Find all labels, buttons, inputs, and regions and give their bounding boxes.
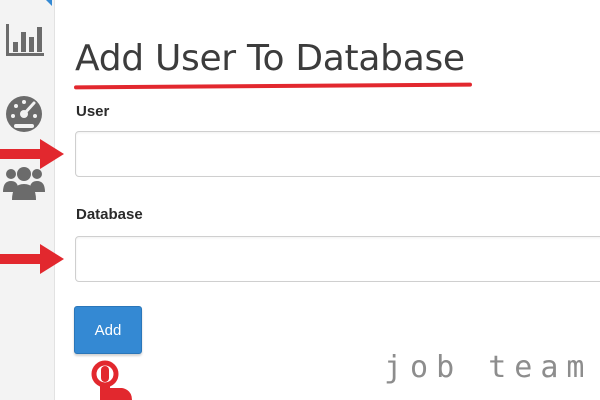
bar-chart-icon[interactable] — [2, 18, 46, 62]
sidebar — [0, 0, 55, 400]
title-underline — [73, 82, 473, 90]
arrow-pointer-icon — [0, 244, 64, 274]
arrow-pointer-icon — [0, 139, 64, 169]
page-title: Add User To Database — [75, 38, 465, 79]
user-input[interactable] — [75, 131, 600, 177]
watermark-text: job team — [384, 350, 593, 385]
database-input[interactable] — [75, 236, 600, 282]
gauge-icon[interactable] — [2, 90, 46, 134]
database-label: Database — [76, 206, 143, 223]
corner-indicator-icon — [46, 0, 52, 6]
click-pointer-icon — [86, 354, 146, 400]
add-button[interactable]: Add — [74, 306, 142, 354]
user-label: User — [76, 103, 110, 120]
